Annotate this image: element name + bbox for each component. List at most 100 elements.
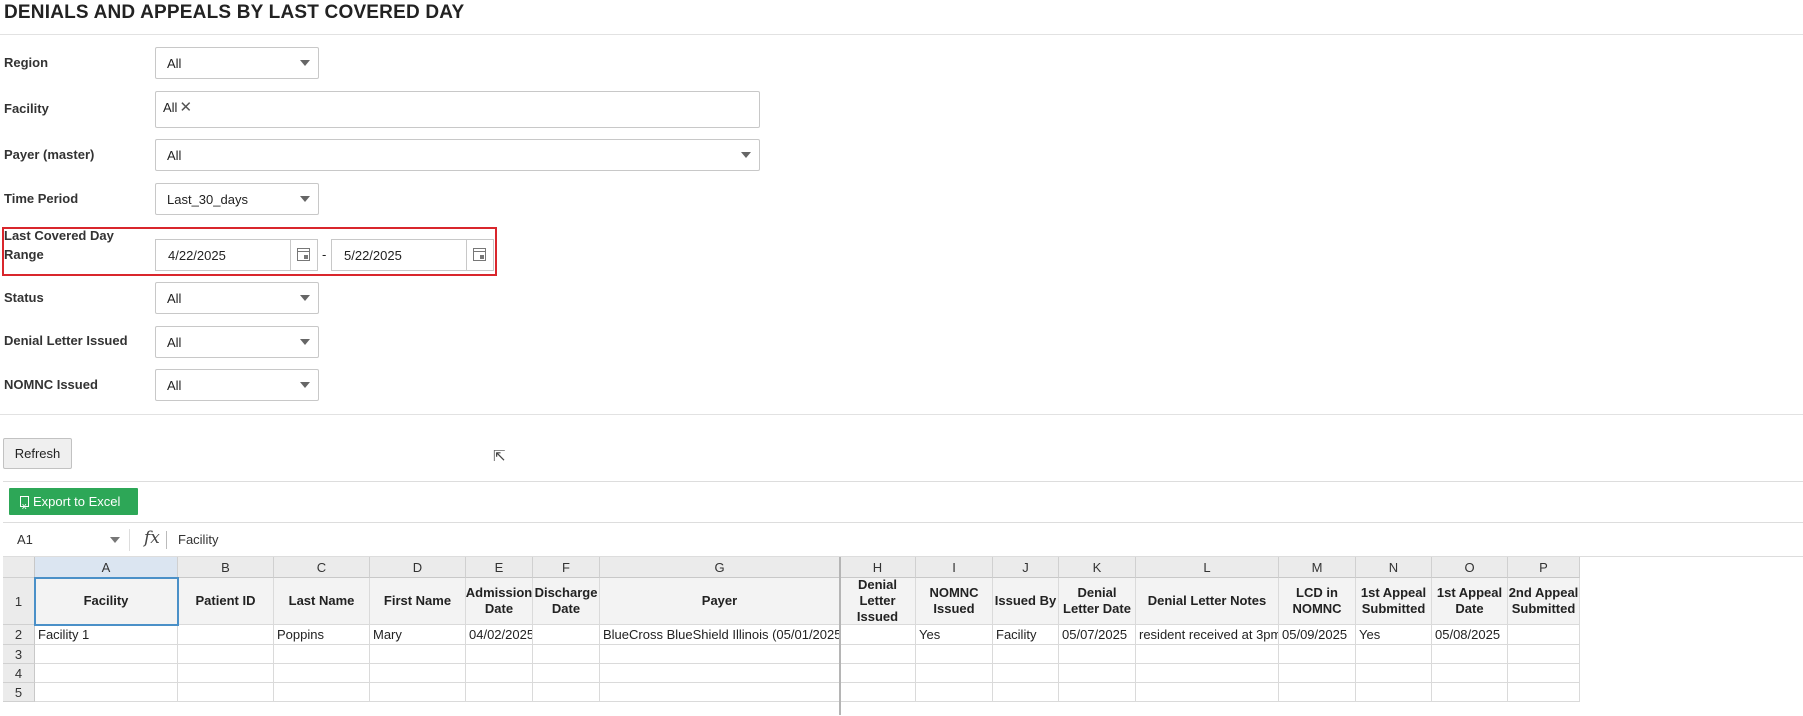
table-cell[interactable]	[1059, 683, 1136, 702]
cell-reference-dropdown-icon[interactable]	[110, 537, 120, 543]
table-cell[interactable]	[1508, 645, 1580, 664]
table-cell[interactable]	[370, 664, 466, 683]
table-cell[interactable]: Mary	[370, 625, 466, 645]
table-cell[interactable]	[916, 683, 993, 702]
table-cell[interactable]	[466, 683, 533, 702]
table-cell[interactable]	[1432, 683, 1508, 702]
table-cell[interactable]	[1356, 683, 1432, 702]
column-header-e[interactable]: E	[466, 557, 533, 578]
column-header-l[interactable]: L	[1136, 557, 1279, 578]
table-cell[interactable]: Facility 1	[35, 625, 178, 645]
table-cell[interactable]	[178, 683, 274, 702]
header-cell[interactable]: 2nd Appeal Submitted	[1508, 578, 1580, 625]
table-cell[interactable]: Yes	[1356, 625, 1432, 645]
column-header-j[interactable]: J	[993, 557, 1059, 578]
table-cell[interactable]	[466, 664, 533, 683]
row-header-3[interactable]: 3	[3, 645, 35, 664]
cell-reference-box[interactable]: A1	[17, 532, 33, 547]
table-cell[interactable]	[370, 645, 466, 664]
table-cell[interactable]	[533, 625, 600, 645]
row-header-4[interactable]: 4	[3, 664, 35, 683]
table-cell[interactable]: Yes	[916, 625, 993, 645]
header-cell[interactable]: Denial Letter Notes	[1136, 578, 1279, 625]
column-header-d[interactable]: D	[370, 557, 466, 578]
table-cell[interactable]	[178, 645, 274, 664]
header-cell[interactable]: LCD in NOMNC	[1279, 578, 1356, 625]
row-header-5[interactable]: 5	[3, 683, 35, 702]
table-cell[interactable]	[533, 683, 600, 702]
table-cell[interactable]	[35, 664, 178, 683]
table-cell[interactable]	[993, 664, 1059, 683]
column-header-g[interactable]: G	[600, 557, 840, 578]
table-cell[interactable]	[1356, 664, 1432, 683]
formula-input[interactable]: Facility	[178, 532, 218, 547]
table-cell[interactable]	[1508, 664, 1580, 683]
table-cell[interactable]	[600, 683, 840, 702]
table-cell[interactable]	[600, 645, 840, 664]
table-cell[interactable]	[35, 683, 178, 702]
header-cell[interactable]: Discharge Date	[533, 578, 600, 625]
table-cell[interactable]	[1136, 664, 1279, 683]
table-cell[interactable]: 05/08/2025	[1432, 625, 1508, 645]
column-header-b[interactable]: B	[178, 557, 274, 578]
header-cell[interactable]: Facility	[35, 578, 178, 625]
table-cell[interactable]: BlueCross BlueShield Illinois (05/01/202…	[600, 625, 840, 645]
header-cell[interactable]: Denial Letter Issued	[840, 578, 916, 625]
table-cell[interactable]	[178, 664, 274, 683]
table-cell[interactable]	[1136, 683, 1279, 702]
header-cell[interactable]: Last Name	[274, 578, 370, 625]
header-cell[interactable]: 1st Appeal Submitted	[1356, 578, 1432, 625]
row-header-2[interactable]: 2	[3, 625, 35, 645]
table-cell[interactable]: 04/02/2025	[466, 625, 533, 645]
remove-tag-icon[interactable]: ✕	[179, 99, 192, 116]
table-cell[interactable]	[274, 645, 370, 664]
table-cell[interactable]	[178, 625, 274, 645]
table-cell[interactable]: Facility	[993, 625, 1059, 645]
table-cell[interactable]	[533, 645, 600, 664]
table-cell[interactable]	[993, 683, 1059, 702]
table-cell[interactable]: resident received at 3pm	[1136, 625, 1279, 645]
column-header-c[interactable]: C	[274, 557, 370, 578]
export-to-excel-button[interactable]: Export to Excel	[9, 488, 138, 520]
table-cell[interactable]	[1432, 645, 1508, 664]
table-cell[interactable]	[600, 664, 840, 683]
table-cell[interactable]	[1508, 683, 1580, 702]
table-cell[interactable]	[274, 664, 370, 683]
column-header-f[interactable]: F	[533, 557, 600, 578]
header-cell[interactable]: Patient ID	[178, 578, 274, 625]
payer-select[interactable]: All	[155, 139, 760, 171]
table-cell[interactable]	[1059, 645, 1136, 664]
calendar-button[interactable]	[466, 240, 493, 270]
lcd-to-date-input[interactable]: 5/22/2025	[331, 239, 494, 271]
column-header-a[interactable]: A	[35, 557, 178, 578]
table-cell[interactable]	[1508, 625, 1580, 645]
header-cell[interactable]: Payer	[600, 578, 840, 625]
column-header-o[interactable]: O	[1432, 557, 1508, 578]
time-period-select[interactable]: Last_30_days	[155, 183, 319, 215]
nomnc-issued-select[interactable]: All	[155, 369, 319, 401]
denial-letter-issued-select[interactable]: All	[155, 326, 319, 358]
table-cell[interactable]	[1279, 664, 1356, 683]
table-cell[interactable]	[993, 645, 1059, 664]
table-cell[interactable]	[274, 683, 370, 702]
table-cell[interactable]	[1432, 664, 1508, 683]
header-cell[interactable]: Admission Date	[466, 578, 533, 625]
header-cell[interactable]: Issued By	[993, 578, 1059, 625]
table-cell[interactable]: Poppins	[274, 625, 370, 645]
table-cell[interactable]	[840, 664, 916, 683]
refresh-button[interactable]: Refresh	[3, 438, 72, 469]
status-select[interactable]: All	[155, 282, 319, 314]
table-cell[interactable]: 05/07/2025	[1059, 625, 1136, 645]
table-cell[interactable]	[840, 625, 916, 645]
table-cell[interactable]	[1136, 645, 1279, 664]
table-cell[interactable]	[370, 683, 466, 702]
calendar-button[interactable]	[290, 240, 317, 270]
table-cell[interactable]	[1279, 645, 1356, 664]
table-cell[interactable]	[840, 645, 916, 664]
row-header-1[interactable]: 1	[3, 578, 35, 625]
table-cell[interactable]	[916, 664, 993, 683]
table-cell[interactable]	[35, 645, 178, 664]
table-cell[interactable]: 05/09/2025	[1279, 625, 1356, 645]
column-header-p[interactable]: P	[1508, 557, 1580, 578]
column-header-h[interactable]: H	[840, 557, 916, 578]
